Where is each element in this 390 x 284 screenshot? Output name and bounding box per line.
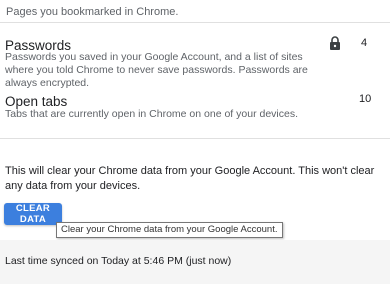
passwords-description: Passwords you saved in your Google Accou…: [5, 51, 308, 89]
sync-data-card: Pages you bookmarked in Chrome. Password…: [0, 0, 390, 240]
clear-data-message: This will clear your Chrome data from yo…: [5, 165, 375, 192]
open-tabs-title: Open tabs: [5, 94, 68, 109]
passwords-count: 4: [361, 37, 368, 49]
sync-status-bar: Last time synced on Today at 5:46 PM (ju…: [0, 240, 390, 284]
open-tabs-count: 10: [359, 93, 372, 105]
divider: [0, 22, 390, 23]
bookmarks-description: Pages you bookmarked in Chrome.: [6, 6, 179, 18]
open-tabs-description: Tabs that are currently open in Chrome o…: [5, 108, 298, 120]
clear-data-button[interactable]: CLEAR DATA: [4, 203, 62, 225]
lock-icon: [330, 36, 340, 50]
divider: [0, 138, 390, 139]
sync-status-text: Last time synced on Today at 5:46 PM (ju…: [5, 255, 232, 267]
clear-data-tooltip: Clear your Chrome data from your Google …: [56, 222, 283, 238]
